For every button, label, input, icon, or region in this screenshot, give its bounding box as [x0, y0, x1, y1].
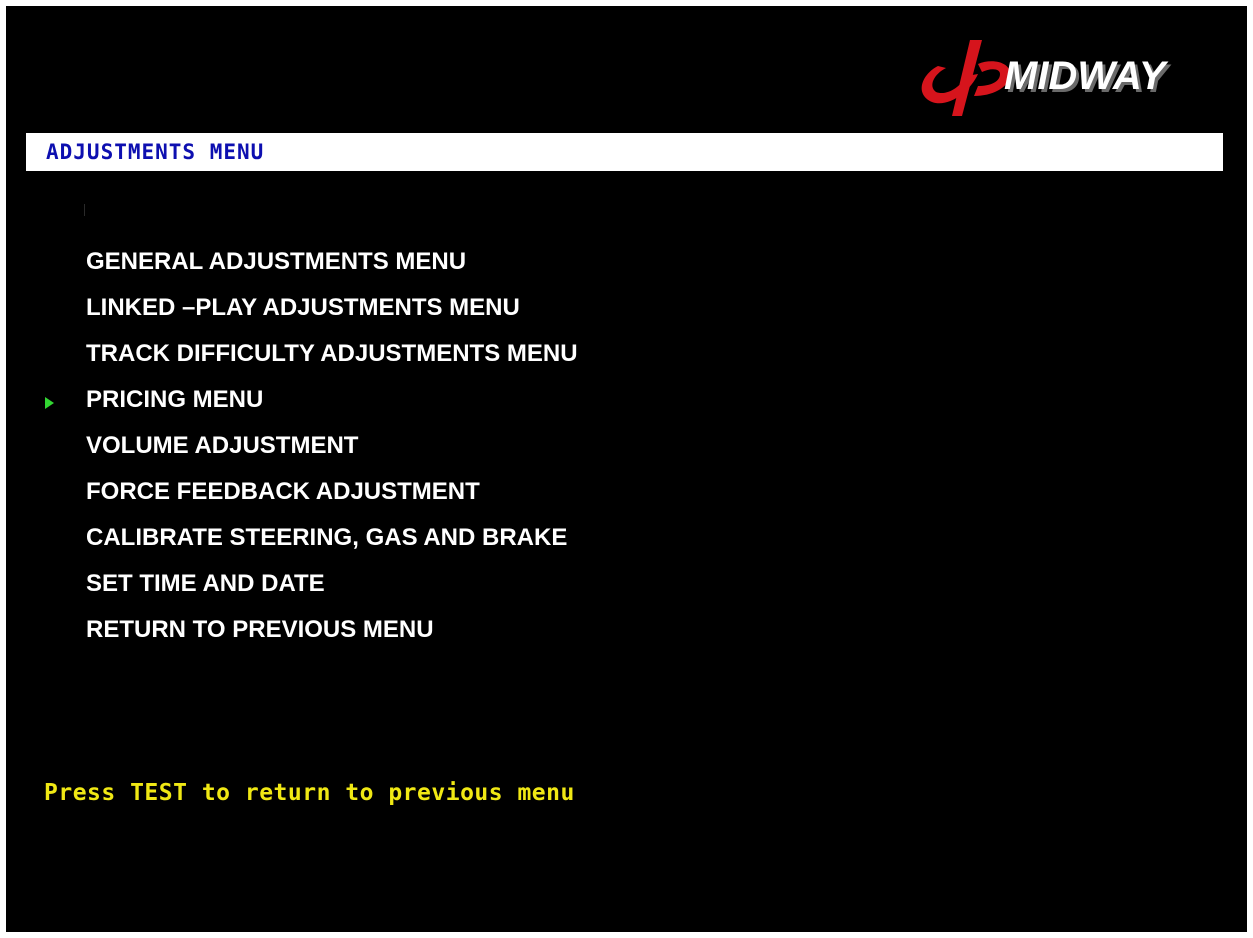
divider [84, 204, 85, 216]
title-bar: ADJUSTMENTS MENU [26, 133, 1223, 171]
selection-cursor-icon [45, 397, 54, 409]
menu-item-set-time-date[interactable]: SET TIME AND DATE [86, 567, 325, 601]
menu-item-force-feedback-adjustment[interactable]: FORCE FEEDBACK ADJUSTMENT [86, 475, 480, 509]
menu-item-linked-play-adjustments[interactable]: LINKED –PLAY ADJUSTMENTS MENU [86, 291, 520, 325]
menu-item-return-previous[interactable]: RETURN TO PREVIOUS MENU [86, 613, 434, 647]
midway-logo: MIDWAY MIDWAY [908, 36, 1218, 118]
midway-wordmark: MIDWAY [1004, 54, 1169, 98]
page-title: ADJUSTMENTS MENU [46, 140, 265, 164]
menu-item-track-difficulty-adjustments[interactable]: TRACK DIFFICULTY ADJUSTMENTS MENU [86, 337, 578, 371]
menu-item-pricing[interactable]: PRICING MENU [86, 383, 263, 417]
menu-item-volume-adjustment[interactable]: VOLUME ADJUSTMENT [86, 429, 358, 463]
footer-hint: Press TEST to return to previous menu [44, 780, 575, 806]
menu-item-calibrate-controls[interactable]: CALIBRATE STEERING, GAS AND BRAKE [86, 521, 567, 555]
game-screen: MIDWAY MIDWAY ADJUSTMENTS MENU GENERAL A… [6, 6, 1247, 932]
menu-item-general-adjustments[interactable]: GENERAL ADJUSTMENTS MENU [86, 245, 466, 279]
